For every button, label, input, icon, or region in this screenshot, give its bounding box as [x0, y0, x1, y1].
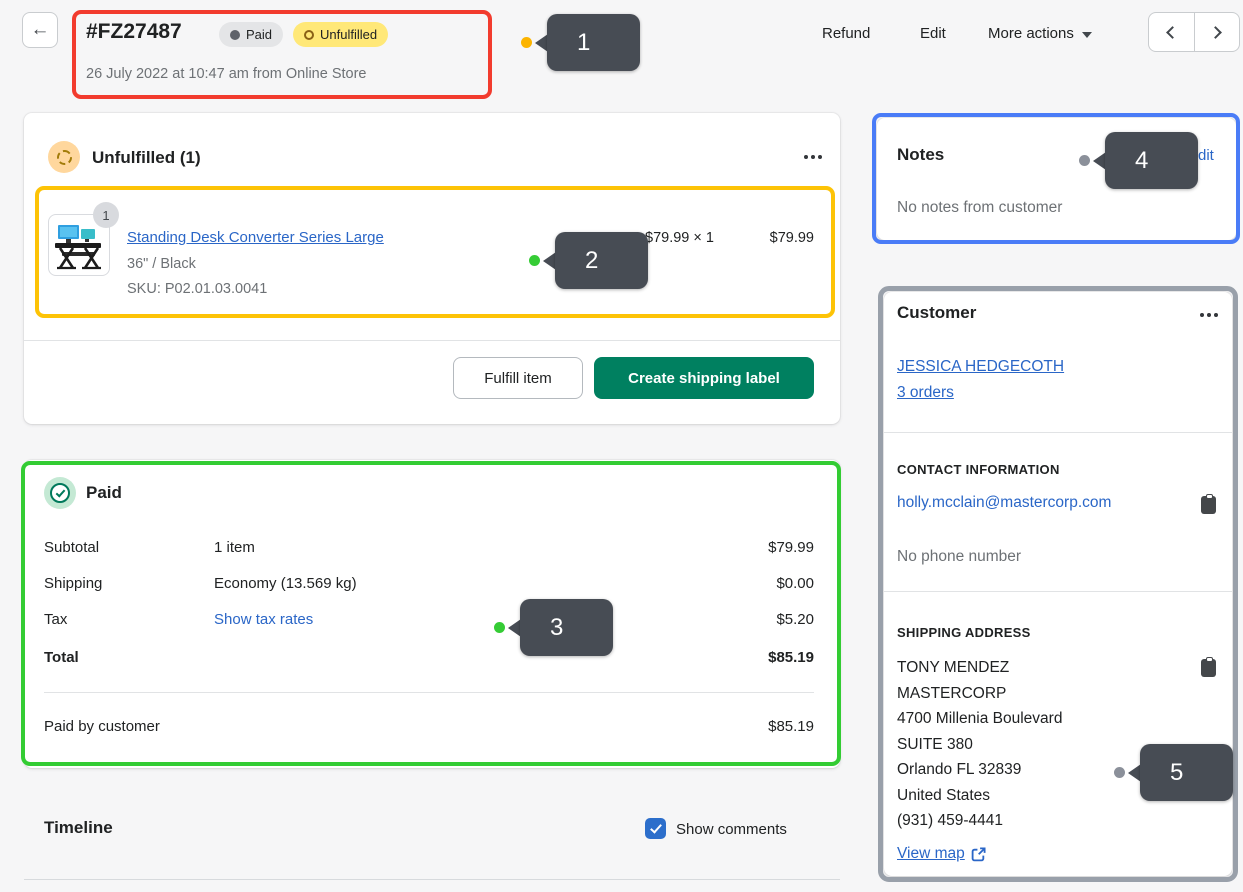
customer-card-menu-button[interactable] [1196, 309, 1222, 321]
copy-address-button[interactable] [1200, 657, 1218, 678]
show-comments-checkbox[interactable] [645, 818, 666, 839]
item-price-qty: $79.99 × 1 [645, 230, 714, 246]
callout-dot-icon [1079, 155, 1090, 166]
contact-information-heading: CONTACT INFORMATION [897, 462, 1060, 477]
unfulfilled-ring-icon [304, 30, 314, 40]
row-amount: $0.00 [720, 575, 840, 592]
timeline-title: Timeline [44, 818, 113, 838]
row-label: Subtotal [24, 539, 214, 556]
row-detail: Economy (13.569 kg) [214, 575, 720, 592]
fulfill-item-button[interactable]: Fulfill item [453, 357, 583, 399]
show-comments-label: Show comments [676, 821, 787, 838]
callout-number: 5 [1140, 744, 1233, 801]
address-line: Orlando FL 32839 [897, 757, 1062, 783]
paid-check-icon [44, 477, 76, 509]
row-amount: $85.19 [720, 649, 840, 666]
paid-badge-label: Paid [246, 27, 272, 42]
address-line: 4700 Millenia Boulevard [897, 706, 1062, 732]
back-button[interactable]: ← [22, 12, 58, 48]
payment-row-total: Total $85.19 [24, 649, 840, 666]
callout-dot-icon [521, 37, 532, 48]
customer-email-link[interactable]: holly.mcclain@mastercorp.com [897, 492, 1129, 514]
callout-marker-5: 5 [1114, 744, 1233, 801]
unfulfilled-card-menu-button[interactable] [800, 151, 826, 163]
callout-marker-4: 4 [1079, 132, 1198, 189]
row-label: Total [24, 649, 214, 666]
payment-row-tax: Tax Show tax rates $5.20 [24, 611, 840, 628]
callout-number: 3 [520, 599, 613, 656]
check-icon [650, 821, 662, 833]
back-arrow-icon: ← [31, 19, 50, 41]
divider [24, 340, 840, 341]
refund-button[interactable]: Refund [822, 25, 870, 42]
row-amount: $5.20 [720, 611, 840, 628]
row-amount: $85.19 [720, 718, 840, 735]
standing-desk-image [52, 218, 106, 272]
payment-row-subtotal: Subtotal 1 item $79.99 [24, 539, 840, 556]
next-order-button[interactable] [1195, 13, 1240, 51]
callout-dot-icon [1114, 767, 1125, 778]
page-title: #FZ27487 [86, 20, 182, 44]
notes-card-title: Notes [897, 145, 944, 165]
order-date-subtitle: 26 July 2022 at 10:47 am from Online Sto… [86, 66, 367, 82]
customer-phone-text: No phone number [897, 548, 1021, 566]
unfulfilled-badge-label: Unfulfilled [320, 27, 377, 42]
shipping-address-heading: SHIPPING ADDRESS [897, 625, 1031, 640]
callout-marker-2: 2 [529, 232, 648, 289]
show-tax-rates-link[interactable]: Show tax rates [214, 611, 313, 628]
unfulfilled-status-icon [48, 141, 80, 173]
address-line: SUITE 380 [897, 732, 1062, 758]
product-title-link[interactable]: Standing Desk Converter Series Large [127, 229, 384, 246]
payment-row-shipping: Shipping Economy (13.569 kg) $0.00 [24, 575, 840, 592]
paid-dot-icon [230, 30, 240, 40]
edit-button[interactable]: Edit [920, 25, 946, 42]
status-badge-unfulfilled: Unfulfilled [293, 22, 388, 47]
more-actions-button[interactable]: More actions [988, 25, 1092, 42]
callout-number: 4 [1105, 132, 1198, 189]
external-link-icon [971, 847, 986, 862]
product-variant: 36" / Black [127, 256, 196, 272]
item-line-total: $79.99 [714, 230, 814, 246]
row-amount: $79.99 [720, 539, 840, 556]
chevron-right-icon [1209, 26, 1222, 39]
row-label: Shipping [24, 575, 214, 592]
divider [884, 432, 1232, 433]
copy-email-button[interactable] [1200, 494, 1218, 515]
payment-card-title: Paid [86, 483, 122, 503]
unfulfilled-card-title: Unfulfilled (1) [92, 148, 201, 168]
callout-marker-3: 3 [494, 599, 613, 656]
divider [884, 591, 1232, 592]
status-badge-paid: Paid [219, 22, 283, 47]
more-actions-label: More actions [988, 25, 1074, 42]
shipping-address-block: TONY MENDEZ MASTERCORP 4700 Millenia Bou… [897, 655, 1062, 834]
divider [24, 879, 840, 880]
row-label: Paid by customer [24, 718, 160, 735]
previous-order-button[interactable] [1149, 13, 1195, 51]
notes-empty-text: No notes from customer [897, 199, 1062, 217]
customer-card-title: Customer [897, 303, 976, 323]
callout-number: 1 [547, 14, 640, 71]
callout-marker-1: 1 [521, 14, 640, 71]
customer-name-link[interactable]: JESSICA HEDGECOTH [897, 358, 1064, 376]
row-detail: 1 item [214, 539, 720, 556]
create-shipping-label-button[interactable]: Create shipping label [594, 357, 814, 399]
callout-dot-icon [494, 622, 505, 633]
address-line: United States [897, 783, 1062, 809]
callout-dot-icon [529, 255, 540, 266]
chevron-down-icon [1082, 32, 1092, 38]
view-map-link[interactable]: View map [897, 845, 965, 863]
order-pagination [1148, 12, 1240, 52]
row-label: Tax [24, 611, 214, 628]
address-line: TONY MENDEZ [897, 655, 1062, 681]
customer-orders-link[interactable]: 3 orders [897, 384, 954, 402]
address-line: (931) 459-4441 [897, 808, 1062, 834]
divider [44, 692, 814, 693]
chevron-left-icon [1166, 26, 1179, 39]
quantity-badge: 1 [93, 202, 119, 228]
payment-row-paid-by-customer: Paid by customer $85.19 [24, 718, 840, 735]
address-line: MASTERCORP [897, 681, 1062, 707]
callout-number: 2 [555, 232, 648, 289]
product-sku: SKU: P02.01.03.0041 [127, 281, 267, 297]
